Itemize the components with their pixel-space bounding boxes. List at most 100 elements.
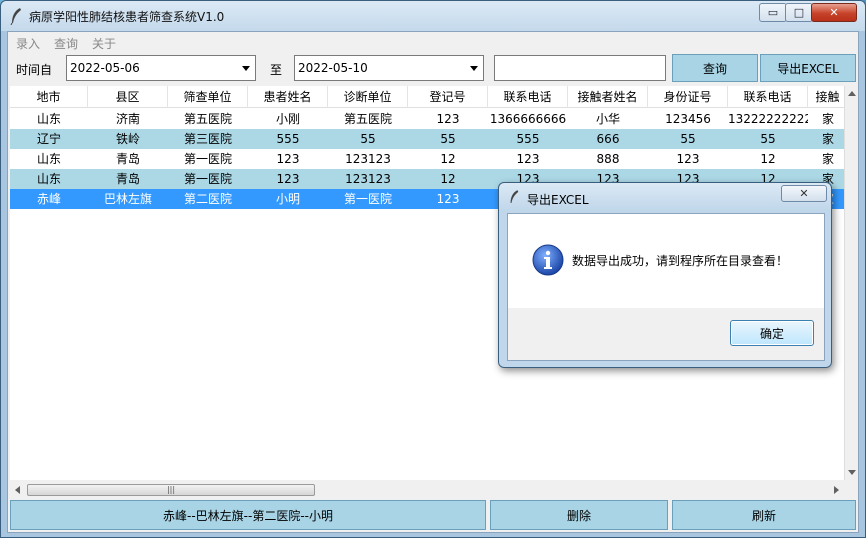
menu-about[interactable]: 关于 [92, 35, 116, 52]
table-cell: 第五医院 [183, 112, 232, 126]
refresh-button[interactable]: 刷新 [672, 500, 856, 530]
scroll-left-icon[interactable] [15, 486, 20, 494]
scroll-thumb[interactable]: ||| [27, 484, 315, 496]
table-row[interactable]: 山东 济南 第五医院 小刚 第五医院 123 1366666666 小华 123456 13222… [10, 109, 844, 129]
maximize-button[interactable]: □ [785, 3, 813, 22]
table-cell: 巴林左旗 [103, 192, 152, 206]
table-cell: 666 [596, 132, 620, 146]
column-header[interactable]: 诊断单位 [328, 86, 408, 108]
toolbar: 时间自 2022-05-06 至 2022-05-10 查询 导出EXCEL [8, 52, 858, 86]
to-date-select[interactable]: 2022-05-10 [294, 55, 484, 81]
search-input[interactable] [494, 55, 666, 81]
delete-button[interactable]: 删除 [490, 500, 668, 530]
table-cell: 123456 [665, 112, 711, 126]
table-cell: 第二医院 [183, 192, 232, 206]
table-cell: 555 [276, 132, 300, 146]
from-label: 时间自 [16, 63, 53, 77]
scroll-right-icon[interactable] [834, 486, 839, 494]
column-header[interactable]: 联系电话 [488, 86, 568, 108]
scroll-down-icon[interactable] [848, 470, 856, 475]
table-cell: 888 [596, 152, 620, 166]
table-cell: 家 [821, 112, 834, 126]
table-cell: 55 [440, 132, 456, 146]
table-cell: 555 [516, 132, 540, 146]
menu-query[interactable]: 查询 [54, 35, 78, 52]
dialog-message-area: 数据导出成功，请到程序所在目录查看！ [508, 214, 824, 308]
menu-bar: 录入 查询 关于 [8, 32, 858, 52]
chevron-down-icon[interactable] [470, 66, 478, 71]
table-header: 地市 县区 筛查单位 患者姓名 诊断单位 登记号 联系电话 接触者姓名 身份证号 联系电话 接触 [10, 86, 844, 108]
feather-icon [10, 8, 21, 25]
export-dialog: 导出EXCEL ✕ 数据导出成功，请到程序所在目录查看！ 确定 [498, 182, 832, 368]
query-button[interactable]: 查询 [672, 54, 758, 82]
table-cell: 123 [676, 152, 700, 166]
table-cell: 第一医院 [183, 152, 232, 166]
table-cell: 123 [436, 112, 460, 126]
table-cell: 第五医院 [343, 112, 392, 126]
close-icon: ✕ [799, 187, 809, 200]
table-cell: 123 [516, 152, 540, 166]
scroll-up-icon[interactable] [848, 91, 856, 96]
close-button[interactable]: ✕ [811, 3, 857, 22]
table-cell: 55 [360, 132, 376, 146]
table-cell: 铁岭 [115, 132, 140, 146]
info-icon [532, 244, 564, 276]
column-header[interactable]: 患者姓名 [248, 86, 328, 108]
column-header[interactable]: 联系电话 [728, 86, 808, 108]
bottom-bar: 赤峰--巴林左旗--第二医院--小明 删除 刷新 [8, 500, 858, 532]
table-cell: 123 [436, 192, 460, 206]
table-cell: 13222222222 [728, 112, 808, 126]
maximize-icon: □ [793, 6, 805, 19]
table-row[interactable]: 山东 青岛 第一医院 123 123123 12 123 888 123 12 家 [10, 149, 844, 169]
table-cell: 山东 [36, 172, 61, 186]
dialog-message: 数据导出成功，请到程序所在目录查看！ [572, 254, 789, 268]
dialog-title: 导出EXCEL [527, 193, 589, 207]
table-cell: 青岛 [115, 172, 140, 186]
close-icon: ✕ [829, 6, 839, 19]
table-cell: 12 [760, 152, 776, 166]
to-date-value: 2022-05-10 [298, 61, 368, 75]
table-cell: 小刚 [275, 112, 300, 126]
table-cell: 辽宁 [36, 132, 61, 146]
table-cell: 1366666666 [489, 112, 567, 126]
table-cell: 济南 [115, 112, 140, 126]
table-cell: 青岛 [115, 152, 140, 166]
table-row[interactable]: 辽宁 铁岭 第三医院 555 55 55 555 666 55 55 家 [10, 129, 844, 149]
table-cell: 123 [276, 152, 300, 166]
table-cell: 第一医院 [343, 192, 392, 206]
column-header[interactable]: 接触 [808, 86, 844, 108]
column-header[interactable]: 接触者姓名 [568, 86, 648, 108]
selection-label: 赤峰--巴林左旗--第二医院--小明 [10, 500, 486, 530]
table-cell: 12 [440, 172, 456, 186]
table-cell: 第一医院 [183, 172, 232, 186]
vertical-scrollbar[interactable] [844, 86, 858, 480]
minimize-icon: ▭ [767, 6, 779, 19]
column-header[interactable]: 身份证号 [648, 86, 728, 108]
chevron-down-icon[interactable] [242, 66, 250, 71]
table-cell: 55 [760, 132, 776, 146]
table-cell: 山东 [36, 152, 61, 166]
column-header[interactable]: 县区 [88, 86, 168, 108]
minimize-button[interactable]: ▭ [759, 3, 787, 22]
table-cell: 家 [821, 132, 834, 146]
from-date-value: 2022-05-06 [70, 61, 140, 75]
column-header[interactable]: 筛查单位 [168, 86, 248, 108]
menu-entry[interactable]: 录入 [16, 35, 40, 52]
table-cell: 123 [276, 172, 300, 186]
title-bar[interactable]: 病原学阳性肺结核患者筛查系统V1.0 ▭ □ ✕ [1, 1, 865, 31]
from-date-select[interactable]: 2022-05-06 [66, 55, 256, 81]
dialog-close-button[interactable]: ✕ [781, 185, 827, 202]
feather-icon [510, 190, 519, 203]
table-cell: 123123 [345, 172, 391, 186]
export-excel-button[interactable]: 导出EXCEL [760, 54, 856, 82]
table-cell: 12 [440, 152, 456, 166]
window-title: 病原学阳性肺结核患者筛查系统V1.0 [29, 10, 225, 24]
column-header[interactable]: 登记号 [408, 86, 488, 108]
table-cell: 小华 [595, 112, 620, 126]
ok-button[interactable]: 确定 [730, 320, 814, 346]
column-header[interactable]: 地市 [10, 86, 88, 108]
horizontal-scrollbar[interactable]: ||| [10, 482, 844, 498]
dialog-body: 数据导出成功，请到程序所在目录查看！ 确定 [507, 213, 825, 361]
table-cell: 第三医院 [183, 132, 232, 146]
to-label: 至 [270, 63, 283, 77]
